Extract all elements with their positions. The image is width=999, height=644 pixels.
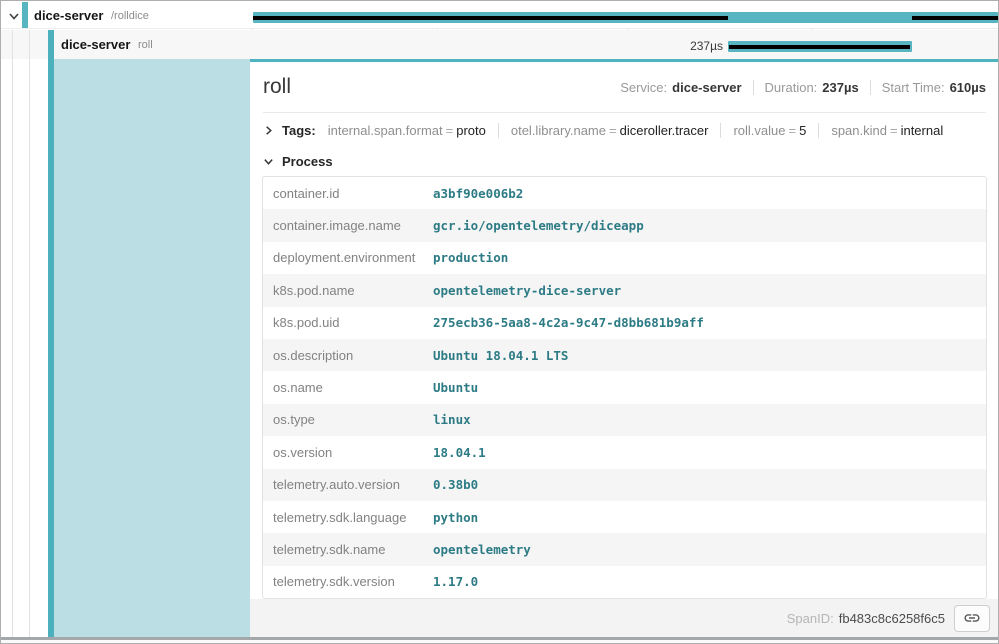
span-detail-header: roll Service: dice-server Duration: 237µ… xyxy=(263,62,986,113)
service-label: Service: xyxy=(620,80,667,95)
service-value: dice-server xyxy=(672,80,741,95)
process-row: os.version18.04.1 xyxy=(263,436,986,468)
process-key-cell: telemetry.sdk.name xyxy=(263,542,433,557)
tag-value: internal xyxy=(901,123,944,138)
tags-list: internal.span.format=protootel.library.n… xyxy=(320,123,956,138)
chevron-down-icon[interactable] xyxy=(263,156,274,167)
process-value-cell: production xyxy=(433,250,508,265)
tags-section-toggle[interactable]: Tags: xyxy=(282,123,316,138)
process-value-cell: Ubuntu 18.04.1 LTS xyxy=(433,348,568,363)
indent-guide xyxy=(29,30,30,637)
start-time-value: 610µs xyxy=(950,80,986,95)
service-name[interactable]: dice-server xyxy=(61,37,130,52)
window-bottom-padding xyxy=(1,640,998,643)
operation-name: /rolldice xyxy=(111,10,149,22)
process-row: container.ida3bf90e006b2 xyxy=(263,177,986,209)
tag-equals: = xyxy=(443,123,457,138)
process-key-cell: deployment.environment xyxy=(263,250,433,265)
start-time-label: Start Time: xyxy=(882,80,945,95)
chevron-down-icon[interactable] xyxy=(8,10,20,22)
process-section-toggle[interactable]: Process xyxy=(282,154,333,169)
duration-value: 237µs xyxy=(822,80,858,95)
tag-item: span.kind=internal xyxy=(818,123,955,138)
tag-value: 5 xyxy=(799,123,806,138)
tag-item: roll.value=5 xyxy=(720,123,818,138)
chevron-right-icon[interactable] xyxy=(263,125,274,136)
process-key-cell: k8s.pod.name xyxy=(263,283,433,298)
process-key-cell: os.type xyxy=(263,412,433,427)
process-value-cell: a3bf90e006b2 xyxy=(433,186,523,201)
operation-name: roll xyxy=(138,39,153,51)
process-value-cell: gcr.io/opentelemetry/diceapp xyxy=(433,218,644,233)
indent-guide xyxy=(12,30,13,637)
process-key-cell: k8s.pod.uid xyxy=(263,315,433,330)
span-bar[interactable] xyxy=(728,41,912,52)
tag-item: internal.span.format=proto xyxy=(320,123,498,138)
span-self-time-overlay xyxy=(253,16,728,20)
span-self-time-overlay xyxy=(912,16,998,20)
span-meta: Service: dice-server Duration: 237µs Sta… xyxy=(620,80,986,95)
span-self-time-overlay xyxy=(729,45,909,49)
spanid-label: SpanID: xyxy=(787,611,834,626)
process-row: k8s.pod.uid275ecb36-5aa8-4c2a-9c47-d8bb6… xyxy=(263,307,986,339)
tag-value: proto xyxy=(456,123,486,138)
trace-span-detail-view: dice-server /rolldice dice-server roll 2… xyxy=(0,0,999,644)
deep-link-button[interactable] xyxy=(954,605,990,632)
process-value-cell: linux xyxy=(433,412,471,427)
process-value-cell: opentelemetry-dice-server xyxy=(433,283,621,298)
process-row: telemetry.auto.version0.38b0 xyxy=(263,469,986,501)
tag-value: diceroller.tracer xyxy=(620,123,709,138)
span-title: roll xyxy=(263,75,620,99)
process-row: telemetry.sdk.version1.17.0 xyxy=(263,566,986,598)
process-row: os.descriptionUbuntu 18.04.1 LTS xyxy=(263,339,986,371)
process-key-cell: telemetry.sdk.version xyxy=(263,574,433,589)
process-section: Process xyxy=(263,147,986,175)
link-icon xyxy=(963,609,981,627)
process-table: container.ida3bf90e006b2container.image.… xyxy=(262,176,987,599)
meta-divider xyxy=(753,80,754,95)
process-value-cell: 0.38b0 xyxy=(433,477,478,492)
process-key-cell: os.version xyxy=(263,445,433,460)
process-value-cell: 1.17.0 xyxy=(433,574,478,589)
selected-row-highlight xyxy=(54,59,250,637)
process-row: os.nameUbuntu xyxy=(263,371,986,403)
service-name[interactable]: dice-server xyxy=(34,8,103,23)
spanid-value: fb483c8c6258f6c5 xyxy=(839,611,945,626)
process-row: deployment.environmentproduction xyxy=(263,242,986,274)
process-key-cell: os.description xyxy=(263,348,433,363)
span-color-bar xyxy=(22,2,28,28)
tag-key: internal.span.format xyxy=(328,123,443,138)
process-row: telemetry.sdk.nameopentelemetry xyxy=(263,533,986,565)
process-row: os.typelinux xyxy=(263,404,986,436)
tag-key: roll.value xyxy=(733,123,785,138)
tag-key: span.kind xyxy=(831,123,887,138)
process-value-cell: 275ecb36-5aa8-4c2a-9c47-d8bb681b9aff xyxy=(433,315,704,330)
span-duration-label: 237µs xyxy=(601,39,723,53)
duration-label: Duration: xyxy=(765,80,818,95)
process-value-cell: 18.04.1 xyxy=(433,445,486,460)
meta-divider xyxy=(870,80,871,95)
tag-equals: = xyxy=(887,123,901,138)
process-value-cell: opentelemetry xyxy=(433,542,531,557)
process-key-cell: telemetry.sdk.language xyxy=(263,510,433,525)
process-row: telemetry.sdk.languagepython xyxy=(263,501,986,533)
tag-key: otel.library.name xyxy=(511,123,606,138)
process-row: container.image.namegcr.io/opentelemetry… xyxy=(263,209,986,241)
tag-equals: = xyxy=(606,123,620,138)
process-key-cell: os.name xyxy=(263,380,433,395)
span-detail-footer: SpanID: fb483c8c6258f6c5 xyxy=(250,599,999,637)
span-bar[interactable] xyxy=(253,12,998,23)
process-row: k8s.pod.nameopentelemetry-dice-server xyxy=(263,274,986,306)
process-key-cell: container.image.name xyxy=(263,218,433,233)
tag-equals: = xyxy=(786,123,800,138)
process-value-cell: Ubuntu xyxy=(433,380,478,395)
process-key-cell: container.id xyxy=(263,186,433,201)
span-detail-panel: roll Service: dice-server Duration: 237µ… xyxy=(250,59,999,637)
process-value-cell: python xyxy=(433,510,478,525)
process-key-cell: telemetry.auto.version xyxy=(263,477,433,492)
tag-item: otel.library.name=diceroller.tracer xyxy=(498,123,721,138)
tags-section: Tags: internal.span.format=protootel.lib… xyxy=(263,113,986,147)
